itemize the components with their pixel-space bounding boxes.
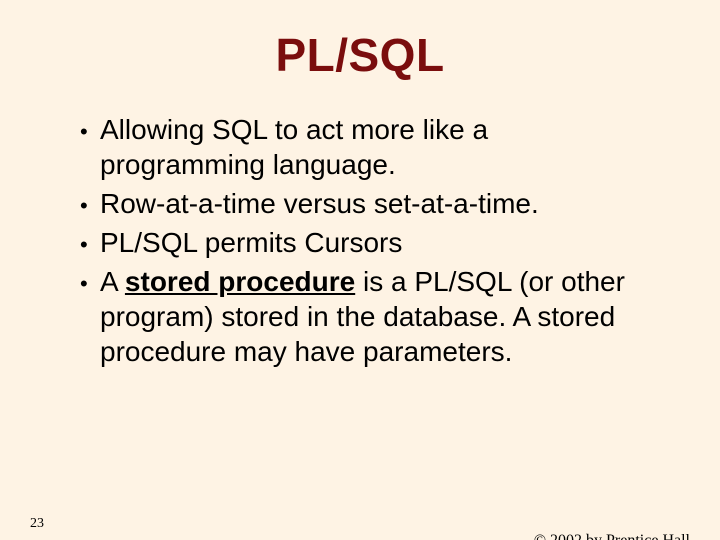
bullet-dot-icon: •	[80, 270, 100, 298]
copyright-text: © 2002 by Prentice Hall	[534, 532, 690, 540]
page-number: 23	[30, 516, 44, 532]
bullet-item: • Allowing SQL to act more like a progra…	[80, 112, 660, 182]
bullet-dot-icon: •	[80, 118, 100, 146]
slide-title: PL/SQL	[0, 28, 720, 82]
bullet-item: • Row-at-a-time versus set-at-a-time.	[80, 186, 660, 221]
bullet-dot-icon: •	[80, 192, 100, 220]
bullet-prefix: A	[100, 266, 125, 297]
bullet-text: Row-at-a-time versus set-at-a-time.	[100, 186, 660, 221]
bullet-list: • Allowing SQL to act more like a progra…	[80, 112, 660, 369]
bullet-item: • A stored procedure is a PL/SQL (or oth…	[80, 264, 660, 369]
bullet-text: PL/SQL permits Cursors	[100, 225, 660, 260]
bullet-item: • PL/SQL permits Cursors	[80, 225, 660, 260]
bullet-text: Allowing SQL to act more like a programm…	[100, 112, 660, 182]
slide: PL/SQL • Allowing SQL to act more like a…	[0, 28, 720, 540]
bold-term: stored procedure	[125, 266, 355, 297]
bullet-text: A stored procedure is a PL/SQL (or other…	[100, 264, 660, 369]
bullet-dot-icon: •	[80, 231, 100, 259]
